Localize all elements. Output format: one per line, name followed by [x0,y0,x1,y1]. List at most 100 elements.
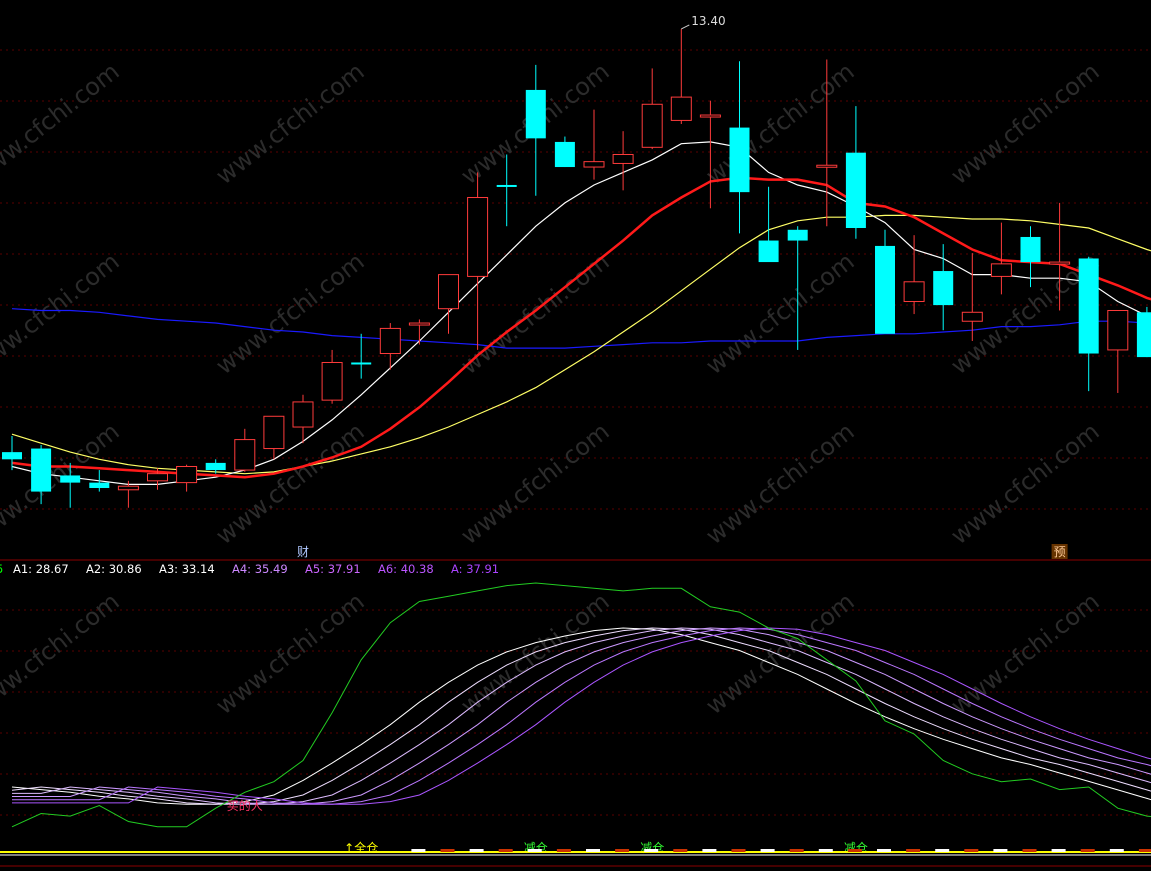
candle-body [583,161,605,168]
ribbon-line-a2 [11,627,1151,805]
strip-bar [1051,849,1066,852]
legend-item: A5: 37.91 [305,562,361,576]
candle [525,64,546,196]
candle [670,28,692,124]
strip-bar [847,849,862,852]
ribbon-line-a6 [12,627,1151,805]
watermark-text: www.cfchi.com [211,247,370,380]
candle [961,253,983,341]
candle [845,106,866,239]
watermark-text: www.cfchi.com [946,587,1105,720]
watermark-text: www.cfchi.com [946,417,1105,550]
strip-bar [1022,849,1037,852]
candle-body [496,184,517,187]
strip-bar [469,849,484,852]
candle [729,61,750,234]
candle-body [176,465,198,484]
candle-body [612,153,634,164]
ribbon-line-a3 [12,627,1151,805]
strip-bar [1138,849,1151,852]
candle-body [670,96,692,121]
candle-body [205,462,226,471]
watermark-text: www.cfchi.com [0,587,125,720]
strip-bar [1080,849,1095,852]
candle [1136,306,1151,358]
candle-body [1136,312,1151,358]
candle [89,470,110,492]
candle-body [758,240,779,263]
candle-body [961,311,983,322]
candle [438,274,459,334]
strip-bar [818,849,833,852]
event-marker: 预 [1054,545,1066,559]
watermark-text: www.cfchi.com [946,57,1105,190]
strip-bar [615,849,630,852]
strip-bar [993,849,1008,852]
candle [875,229,895,334]
candle [321,349,343,404]
candle-body [845,152,866,228]
candle [554,136,575,168]
watermark-text: www.cfchi.com [211,57,370,190]
ribbon-line-a5 [12,627,1151,805]
legend-item: A3: 33.14 [159,562,215,576]
strip-bar [789,849,804,852]
candle [933,244,954,331]
stock-chart: www.cfchi.com www.cfchi.com www.cfchi.com w… [0,14,1151,867]
candle [263,415,285,460]
candle-body [292,401,314,428]
candle-body [1078,258,1099,354]
strip-bar [702,849,717,852]
candle-body [234,439,256,471]
candle-body [641,103,663,148]
candle [1107,309,1129,393]
strip-bar [935,849,950,852]
candle [612,131,634,191]
candle-body [467,197,489,277]
candle-body [875,245,895,334]
watermarks: www.cfchi.com www.cfchi.com www.cfchi.com w… [0,57,1105,720]
candle-body [60,475,81,483]
candle-body [699,114,721,118]
candle-body [321,361,343,401]
candle-body [554,141,575,168]
strip-bar [527,849,542,852]
signal-annotation: 买的人 [227,798,263,813]
strip-bar [906,849,921,852]
candle-body [408,322,430,326]
candle [641,68,663,150]
strip-bar [586,849,600,852]
strip-bar [411,849,426,852]
ribbon-line-a1 [11,627,1151,805]
strip-bar [760,849,775,852]
candle-body [117,485,139,491]
strip-bar [440,849,455,852]
candle-body [31,448,52,492]
candle [234,428,256,472]
legend-item: A2: 30.86 [86,562,142,576]
event-marker: 财 [297,545,309,559]
strip-bar [877,849,891,852]
strip-bar [1109,849,1124,852]
watermark-text: www.cfchi.com [456,417,615,550]
candle-body [379,327,401,355]
high-price-pointer [681,24,690,30]
strip-bar [556,849,571,852]
legend-item: A: 37.91 [451,562,499,576]
candle-body [525,89,546,139]
candle-body [1049,261,1071,265]
candle [583,109,605,180]
strip-bar [673,849,688,852]
candle [903,235,925,315]
candle [176,464,198,492]
legend-item: A1: 28.67 [13,562,69,576]
watermark-text: www.cfchi.com [0,57,125,190]
legend-item: 5 [0,562,3,576]
strip-bar [731,849,746,852]
strip-bar [964,849,979,852]
watermark-text: www.cfchi.com [701,417,860,550]
bottom-signal-strip [0,849,1151,867]
candle-body [787,229,808,241]
watermark-text: www.cfchi.com [701,57,860,190]
candle-body [438,274,459,310]
